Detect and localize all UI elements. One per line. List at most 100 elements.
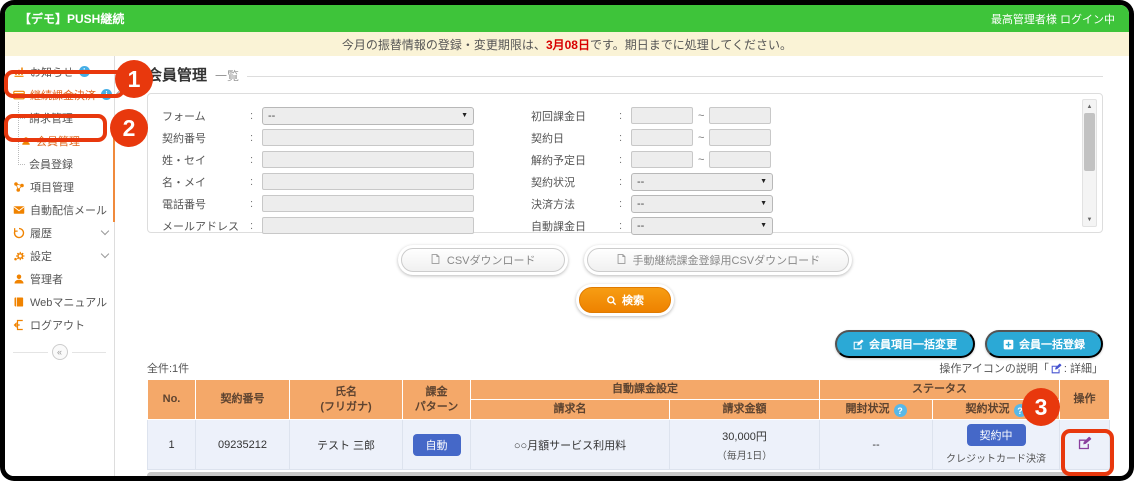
plus-icon bbox=[1003, 339, 1014, 350]
search-button-row: 検索 bbox=[147, 284, 1103, 316]
contract-status-badge[interactable]: 契約中 bbox=[967, 424, 1026, 446]
bar-chart-icon bbox=[13, 66, 25, 78]
main-content: 会員管理 一覧 フォーム : -- ▼ bbox=[115, 56, 1129, 476]
contract-date-to-input[interactable] bbox=[709, 129, 771, 146]
icon-help-text: 操作アイコンの説明「 : 詳細」 bbox=[939, 360, 1103, 376]
form-field-contract-date: 契約日 : ~ bbox=[531, 128, 1044, 147]
members-table: No. 契約番号 氏名 (フリガナ) 課金 パターン 自動課金設定 bbox=[147, 379, 1110, 470]
cancel-date-from-input[interactable] bbox=[631, 151, 693, 168]
bulk-action-row: 会員項目一括変更 会員一括登録 bbox=[147, 330, 1103, 358]
help-icon[interactable]: ? bbox=[1014, 404, 1027, 417]
auto-billing-day-select[interactable]: -- ▼ bbox=[631, 217, 773, 235]
app-window: 【デモ】PUSH継続 最高管理者様 ログイン中 今月の振替情報の登録・変更期限は… bbox=[5, 5, 1129, 476]
screenshot-frame: 【デモ】PUSH継続 最高管理者様 ログイン中 今月の振替情報の登録・変更期限は… bbox=[0, 0, 1134, 481]
contract-status-select[interactable]: -- ▼ bbox=[631, 173, 773, 191]
col-header-name: 氏名 (フリガナ) bbox=[290, 380, 403, 420]
chevron-down-icon bbox=[101, 227, 109, 235]
sidebar-item-recurring-billing[interactable]: 継続課金決済 i bbox=[5, 83, 114, 106]
search-icon bbox=[606, 295, 617, 306]
nodes-icon bbox=[13, 181, 25, 193]
csv-button-row: CSVダウンロード 手動継続課金登録用CSVダウンロード bbox=[147, 245, 1103, 275]
top-header-bar: 【デモ】PUSH継続 最高管理者様 ログイン中 bbox=[5, 5, 1129, 32]
table-row: 1 09235212 テスト 三郎 自動 ○○月額サービス利用料 30,000円… bbox=[148, 420, 1110, 470]
sidebar-item-invoice-management[interactable]: 請求管理 bbox=[5, 106, 114, 129]
form-field-phone: 電話番号 : bbox=[162, 194, 507, 213]
info-icon[interactable]: i bbox=[79, 66, 90, 77]
csv-download-button[interactable]: CSVダウンロード bbox=[401, 248, 565, 272]
login-status: 最高管理者様 ログイン中 bbox=[991, 11, 1115, 27]
cell-contract-no: 09235212 bbox=[196, 420, 290, 470]
info-icon[interactable]: i bbox=[101, 89, 112, 100]
edit-icon bbox=[1051, 363, 1062, 374]
page-title-row: 会員管理 一覧 bbox=[147, 64, 1103, 85]
sidebar-item-logout[interactable]: ログアウト bbox=[5, 313, 114, 336]
help-icon[interactable]: ? bbox=[894, 404, 907, 417]
col-header-open-status: 開封状況? bbox=[820, 399, 933, 420]
payment-method: クレジットカード決済 bbox=[936, 450, 1056, 465]
billing-pattern-badge[interactable]: 自動 bbox=[413, 434, 461, 456]
form-field-contract-status: 契約状況 : -- ▼ bbox=[531, 172, 1044, 191]
sidebar-item-administrator[interactable]: 管理者 bbox=[5, 267, 114, 290]
scroll-down-icon[interactable]: ▼ bbox=[1083, 213, 1096, 226]
phone-input[interactable] bbox=[262, 195, 474, 212]
cell-invoice-name: ○○月額サービス利用料 bbox=[471, 420, 670, 470]
sidebar-subgroup: 請求管理 会員管理 会員登録 bbox=[5, 106, 114, 175]
envelope-icon bbox=[13, 204, 25, 216]
manual-csv-download-button[interactable]: 手動継続課金登録用CSVダウンロード bbox=[587, 248, 850, 272]
form-field-payment-method: 決済方法 : -- ▼ bbox=[531, 194, 1044, 213]
contract-date-from-input[interactable] bbox=[631, 129, 693, 146]
form-field-email: メールアドレス : bbox=[162, 216, 507, 235]
scroll-up-icon[interactable]: ▲ bbox=[1083, 100, 1096, 113]
form-field-first-billing-date: 初回課金日 : ~ bbox=[531, 106, 1044, 125]
first-billing-date-to-input[interactable] bbox=[709, 107, 771, 124]
cell-open-status: -- bbox=[820, 420, 933, 470]
cancel-date-to-input[interactable] bbox=[709, 151, 771, 168]
sidebar: お知らせ i 継続課金決済 i 請求管理 会員管理 bbox=[5, 56, 115, 476]
edit-icon[interactable] bbox=[1078, 436, 1092, 450]
first-name-input[interactable] bbox=[262, 173, 474, 190]
panel-scrollbar[interactable]: ▲ ▼ bbox=[1082, 99, 1097, 227]
sidebar-item-web-manual[interactable]: Webマニュアル bbox=[5, 290, 114, 313]
bulk-register-button[interactable]: 会員一括登録 bbox=[985, 330, 1103, 358]
sidebar-collapse-button[interactable]: « bbox=[52, 344, 68, 360]
sidebar-item-member-management[interactable]: 会員管理 bbox=[5, 129, 114, 152]
form-field-form: フォーム : -- ▼ bbox=[162, 106, 507, 125]
chevron-down-icon: ▼ bbox=[461, 112, 468, 119]
form-select[interactable]: -- ▼ bbox=[262, 107, 474, 125]
chevron-down-icon bbox=[101, 250, 109, 258]
page-title: 会員管理 bbox=[147, 64, 207, 85]
form-field-contract-number: 契約番号 : bbox=[162, 128, 507, 147]
notice-text-post: です。期日までに処理してください。 bbox=[590, 36, 792, 53]
first-billing-date-from-input[interactable] bbox=[631, 107, 693, 124]
sidebar-item-auto-mail[interactable]: 自動配信メール bbox=[5, 198, 114, 221]
cell-invoice-amount: 30,000円 （毎月1日） bbox=[670, 420, 820, 470]
table-horizontal-scrollbar[interactable] bbox=[147, 472, 1109, 476]
sidebar-item-news[interactable]: お知らせ i bbox=[5, 60, 114, 83]
sidebar-item-settings[interactable]: 設定 bbox=[5, 244, 114, 267]
csv-file-icon bbox=[430, 253, 441, 268]
col-header-no: No. bbox=[148, 380, 196, 420]
payment-method-select[interactable]: -- ▼ bbox=[631, 195, 773, 213]
history-icon bbox=[13, 227, 25, 239]
email-input[interactable] bbox=[262, 217, 474, 234]
col-header-invoice-amount: 請求金額 bbox=[670, 399, 820, 420]
cell-no: 1 bbox=[148, 420, 196, 470]
person-icon bbox=[21, 136, 31, 146]
form-field-cancel-date: 解約予定日 : ~ bbox=[531, 150, 1044, 169]
app-title: 【デモ】PUSH継続 bbox=[19, 10, 124, 27]
chevron-down-icon: ▼ bbox=[760, 200, 767, 207]
scrollbar-thumb[interactable] bbox=[1084, 113, 1095, 171]
col-header-invoice-name: 請求名 bbox=[471, 399, 670, 420]
sidebar-item-field-management[interactable]: 項目管理 bbox=[5, 175, 114, 198]
sidebar-item-member-registration[interactable]: 会員登録 bbox=[5, 152, 114, 175]
cell-billing-pattern: 自動 bbox=[403, 420, 471, 470]
sidebar-item-history[interactable]: 履歴 bbox=[5, 221, 114, 244]
search-button[interactable]: 検索 bbox=[579, 287, 671, 313]
edit-icon bbox=[853, 339, 864, 350]
last-name-input[interactable] bbox=[262, 151, 474, 168]
form-field-first-name: 名・メイ : bbox=[162, 172, 507, 191]
bulk-change-button[interactable]: 会員項目一括変更 bbox=[835, 330, 975, 358]
col-group-auto-billing: 自動課金設定 bbox=[471, 380, 820, 400]
contract-number-input[interactable] bbox=[262, 129, 474, 146]
cell-contract-status: 契約中 クレジットカード決済 bbox=[933, 420, 1060, 470]
